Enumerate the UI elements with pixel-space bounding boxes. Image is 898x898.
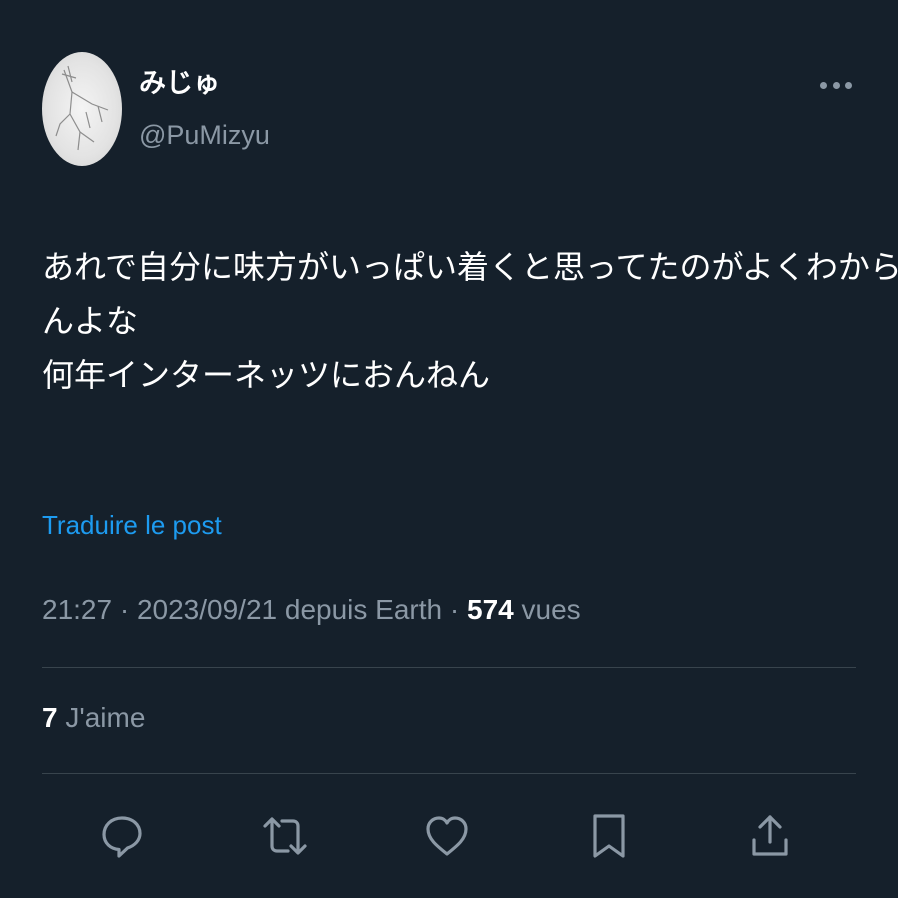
- views-label: vues: [513, 594, 581, 625]
- tweet-date[interactable]: 2023/09/21: [137, 594, 277, 625]
- meta-separator: ·: [442, 594, 467, 625]
- share-icon: [752, 815, 788, 856]
- avatar-image: [55, 65, 109, 151]
- tweet-metadata: 21:27 · 2023/09/21 depuis Earth · 574 vu…: [42, 594, 581, 626]
- retweet-icon: [263, 817, 307, 855]
- divider: [42, 667, 856, 668]
- tweet-text-line: あれで自分に味方がいっぱい着くと思ってたのがよくわから: [42, 248, 898, 286]
- likes-count: 7: [42, 702, 58, 733]
- tweet-text: あれで自分に味方がいっぱい着くと思ってたのがよくわから んよな 何年インターネッ…: [42, 240, 898, 402]
- bookmark-icon: [593, 814, 625, 858]
- author-display-name[interactable]: みじゅ: [139, 66, 220, 102]
- tweet-time[interactable]: 21:27: [42, 594, 112, 625]
- likes-label: J'aime: [57, 702, 146, 733]
- action-bar: [42, 800, 856, 872]
- meta-separator: ·: [112, 594, 137, 625]
- views-count[interactable]: 574: [467, 594, 514, 625]
- more-dot-icon: [820, 81, 827, 89]
- like-icon: [426, 816, 468, 856]
- like-button[interactable]: [417, 806, 477, 866]
- likes-stat[interactable]: 7 J'aime: [42, 702, 145, 734]
- more-dot-icon: [832, 81, 840, 89]
- share-button[interactable]: [740, 806, 800, 866]
- reply-button[interactable]: [92, 806, 152, 866]
- tweet-text-line: んよな: [42, 302, 139, 340]
- translate-post-link[interactable]: Traduire le post: [42, 510, 222, 541]
- bookmark-button[interactable]: [579, 806, 639, 866]
- retweet-button[interactable]: [255, 806, 315, 866]
- author-handle[interactable]: @PuMizyu: [139, 117, 270, 153]
- tweet-text-line: 何年インターネッツにおんねん: [42, 356, 491, 394]
- avatar[interactable]: [42, 52, 122, 166]
- tweet-source: depuis Earth: [277, 594, 443, 625]
- more-dot-icon: [845, 81, 852, 89]
- more-options-button[interactable]: [820, 76, 852, 94]
- reply-icon: [102, 816, 142, 858]
- divider: [42, 773, 856, 774]
